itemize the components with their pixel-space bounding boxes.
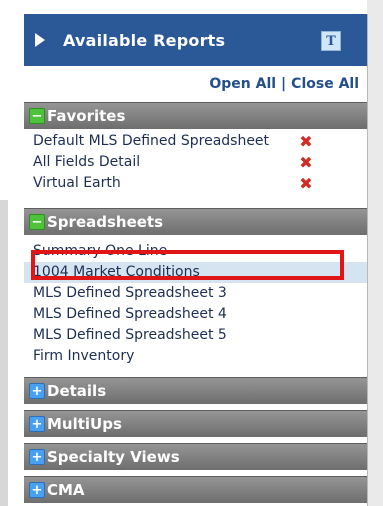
open-close-controls: Open All | Close All [24,66,367,102]
spreadsheet-item[interactable]: Summary One Line [24,241,367,262]
close-all-link[interactable]: Close All [291,76,359,92]
plus-square-icon[interactable]: + [29,416,45,432]
section-header-details[interactable]: + Details [24,377,367,404]
section-title-details: Details [47,382,107,400]
spreadsheet-item-selected[interactable]: 1004 Market Conditions [24,262,367,283]
favorite-link[interactable]: Default MLS Defined Spreadsheet [33,133,269,149]
list-item: Virtual Earth ✖ [24,173,367,194]
plus-square-icon[interactable]: + [29,383,45,399]
red-x-icon[interactable]: ✖ [298,152,314,173]
section-header-favorites[interactable]: − Favorites [24,102,367,129]
section-title-favorites: Favorites [47,107,126,125]
plus-square-icon[interactable]: + [29,449,45,465]
section-title-multiups: MultiUps [47,415,122,433]
favorite-link[interactable]: Virtual Earth [33,175,121,191]
panel-title: Available Reports [63,30,226,50]
list-item: Default MLS Defined Spreadsheet ✖ [24,131,367,152]
section-title-cma: CMA [47,481,85,499]
red-x-icon[interactable]: ✖ [298,173,314,194]
section-title-specialty-views: Specialty Views [47,448,180,466]
spreadsheets-list: Summary One Line 1004 Market Conditions … [24,235,367,371]
t-icon[interactable]: T [321,31,341,51]
favorites-list: Default MLS Defined Spreadsheet ✖ All Fi… [24,129,367,198]
red-x-icon[interactable]: ✖ [298,131,314,152]
spreadsheet-item[interactable]: MLS Defined Spreadsheet 3 [24,283,367,304]
plus-square-icon[interactable]: + [29,482,45,498]
section-header-multiups[interactable]: + MultiUps [24,410,367,437]
open-all-link[interactable]: Open All [209,76,276,92]
minus-square-icon[interactable]: − [29,108,45,124]
section-header-cma[interactable]: + CMA [24,476,367,503]
spreadsheet-item[interactable]: MLS Defined Spreadsheet 4 [24,304,367,325]
panel-title-bar[interactable]: Available Reports T [24,14,367,66]
section-header-spreadsheets[interactable]: − Spreadsheets [24,208,367,235]
triangle-right-icon[interactable] [35,33,45,47]
background-right-strip [367,0,383,506]
section-header-specialty-views[interactable]: + Specialty Views [24,443,367,470]
spreadsheet-item[interactable]: MLS Defined Spreadsheet 5 [24,325,367,346]
available-reports-panel: Available Reports T Open All | Close All… [24,14,368,506]
section-title-spreadsheets: Spreadsheets [47,213,164,231]
spreadsheet-item[interactable]: Firm Inventory [24,346,367,367]
minus-square-icon[interactable]: − [29,214,45,230]
list-item: All Fields Detail ✖ [24,152,367,173]
favorite-link[interactable]: All Fields Detail [33,154,140,170]
background-left-strip [0,200,8,506]
separator: | [281,76,287,92]
